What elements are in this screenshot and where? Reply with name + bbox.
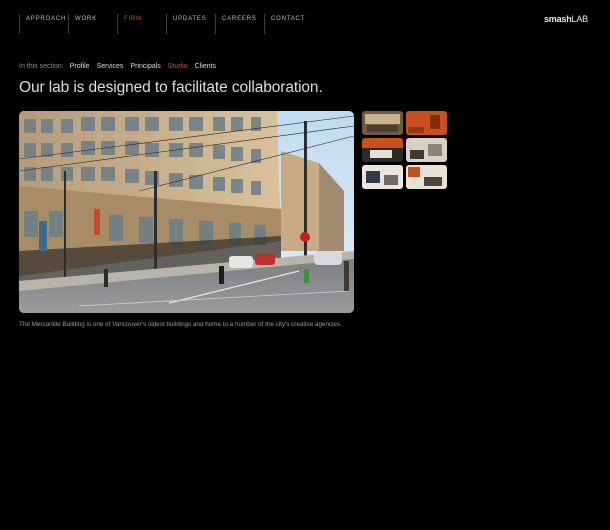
logo-light: LAB [571, 14, 589, 24]
subnav-item-profile[interactable]: Profile [70, 63, 90, 70]
thumbnail-1[interactable] [362, 111, 403, 135]
logo[interactable]: smashLAB [544, 14, 588, 24]
photo-caption: The Mercantile Building is one of Vancou… [19, 321, 342, 328]
subnav-item-studio[interactable]: Studio [168, 63, 188, 70]
nav-item-firm[interactable]: FIRM [117, 14, 166, 34]
thumbnail-gallery [362, 111, 447, 189]
subnav-item-clients[interactable]: Clients [195, 63, 216, 70]
nav-item-careers[interactable]: CAREERS [215, 14, 264, 34]
subnav-item-services[interactable]: Services [97, 63, 124, 70]
section-subnav: In this section: Profile Services Princi… [19, 63, 223, 70]
thumbnail-4[interactable] [406, 138, 447, 162]
nav-item-work[interactable]: WORK [68, 14, 117, 34]
page-title: Our lab is designed to facilitate collab… [19, 79, 323, 96]
thumbnail-5[interactable] [362, 165, 403, 189]
nav-item-approach[interactable]: APPROACH [19, 14, 68, 34]
main-photo [19, 111, 354, 313]
nav-item-contact[interactable]: CONTACT [264, 14, 313, 34]
logo-bold: smash [544, 14, 572, 24]
top-navigation: APPROACH WORK FIRM UPDATES CAREERS CONTA… [19, 14, 313, 34]
thumbnail-3[interactable] [362, 138, 403, 162]
nav-item-updates[interactable]: UPDATES [166, 14, 215, 34]
subnav-item-principals[interactable]: Principals [130, 63, 160, 70]
thumbnail-6[interactable] [406, 165, 447, 189]
subnav-lead: In this section: [19, 63, 64, 70]
thumbnail-2[interactable] [406, 111, 447, 135]
